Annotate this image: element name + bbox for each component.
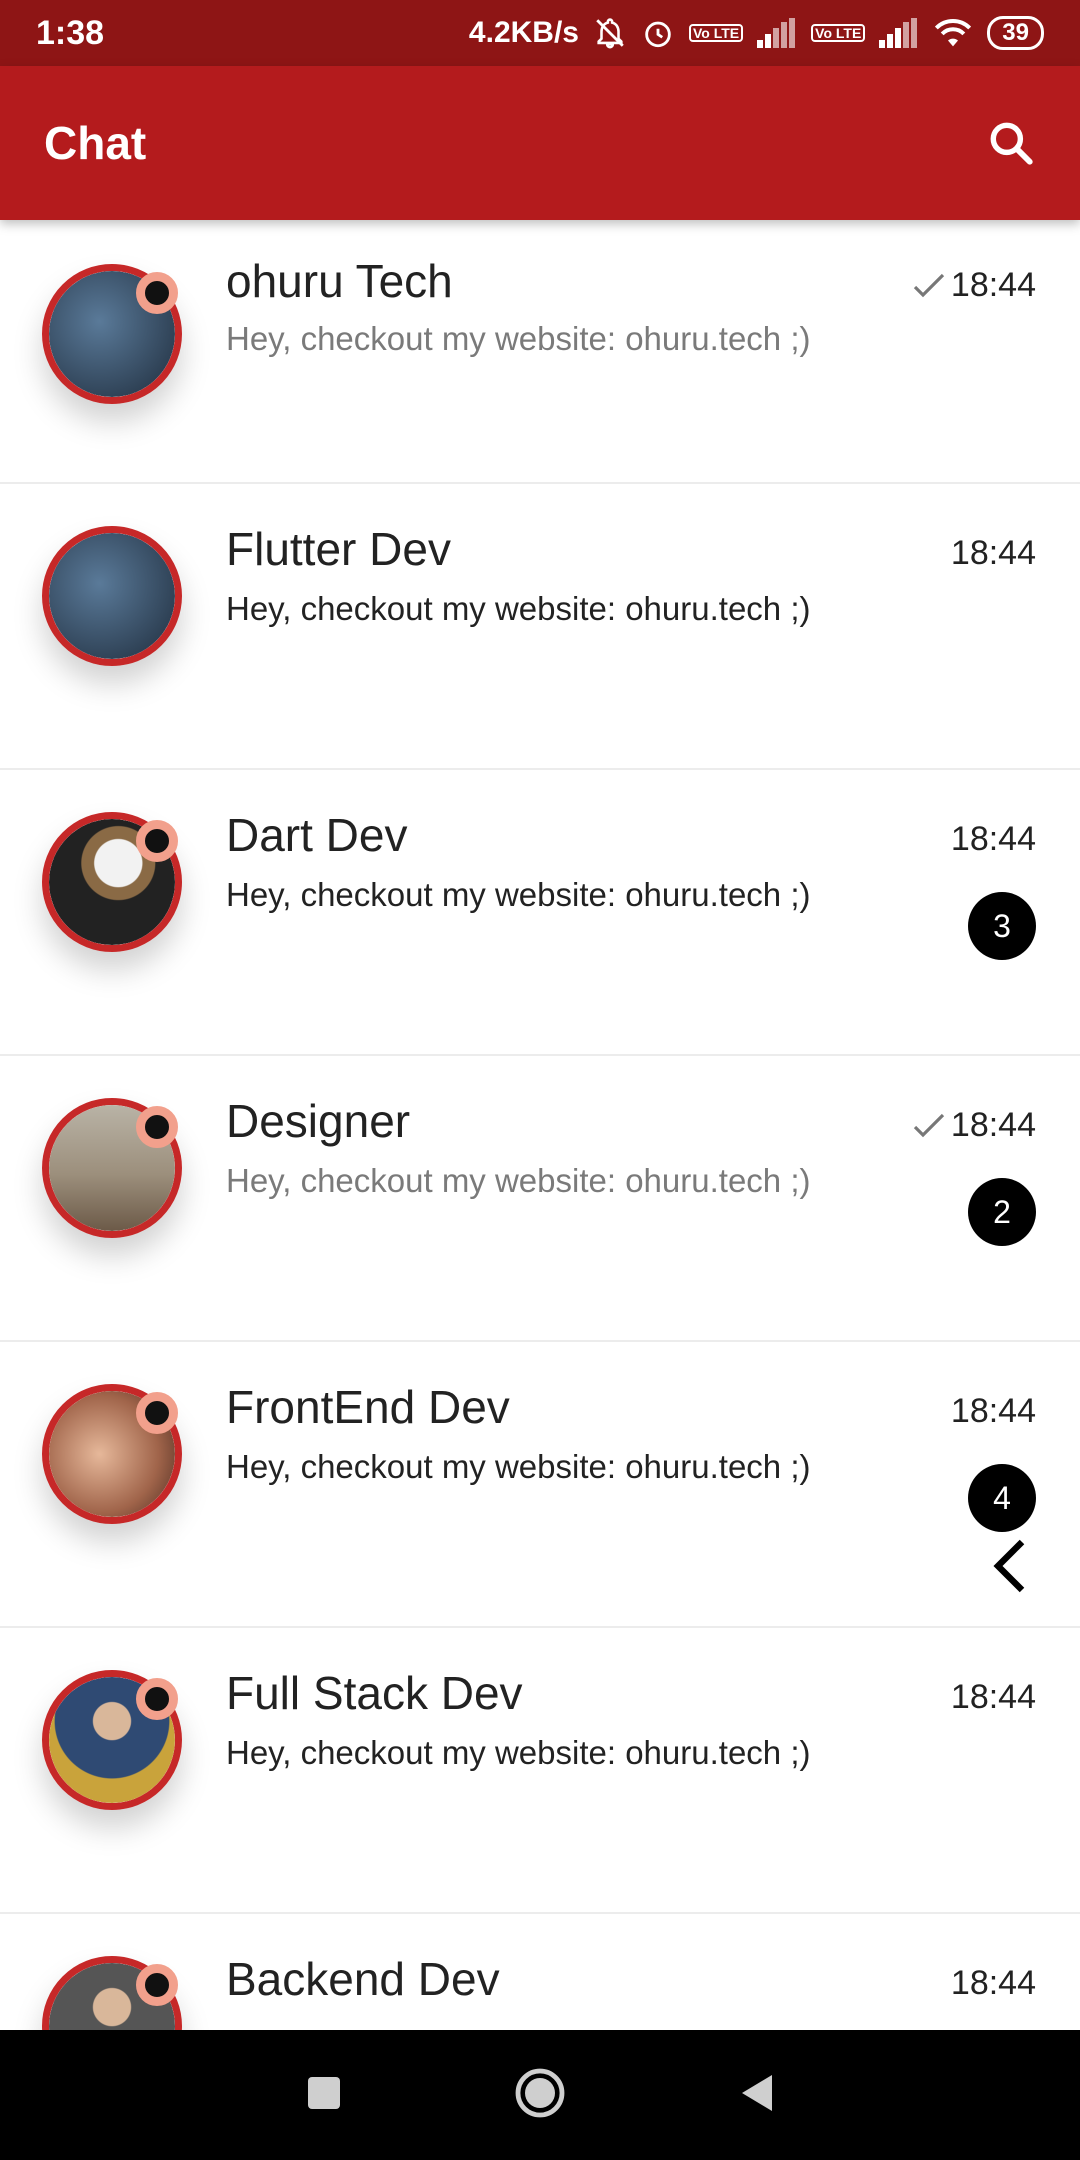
alarm-icon xyxy=(641,16,675,50)
chat-name: Designer xyxy=(226,1095,411,1147)
avatar[interactable] xyxy=(42,812,182,952)
chat-time: 18:44 xyxy=(950,820,1036,858)
chat-name: ohuru Tech xyxy=(226,255,453,307)
signal-icon-2 xyxy=(879,18,919,48)
online-indicator xyxy=(136,1678,178,1720)
volte-icon-2: Vo LTE xyxy=(811,24,866,42)
chat-item[interactable]: Flutter Dev Hey, checkout my website: oh… xyxy=(0,484,1080,770)
chat-item[interactable]: FrontEnd Dev Hey, checkout my website: o… xyxy=(0,1342,1080,1628)
chat-item[interactable]: Dart Dev Hey, checkout my website: ohuru… xyxy=(0,770,1080,1056)
avatar[interactable] xyxy=(42,526,182,666)
app-bar: Chat xyxy=(0,66,1080,220)
chat-item[interactable]: Full Stack Dev Hey, checkout my website:… xyxy=(0,1628,1080,1914)
chat-message: Hey, checkout my website: ohuru.tech ;) xyxy=(226,1734,811,1771)
avatar[interactable] xyxy=(42,1384,182,1524)
chat-time-wrap: 18:44 xyxy=(913,266,1036,305)
triangle-back-icon[interactable] xyxy=(738,2073,774,2118)
signal-icon xyxy=(757,18,797,48)
online-indicator xyxy=(136,1392,178,1434)
circle-icon[interactable] xyxy=(514,2067,566,2124)
check-icon xyxy=(913,273,945,297)
chat-name: Full Stack Dev xyxy=(226,1667,523,1719)
status-time: 1:38 xyxy=(36,13,105,52)
status-icons: 4.2KB/s Vo LTE Vo LTE 39 xyxy=(469,16,1044,50)
chat-name: Backend Dev xyxy=(226,1953,500,2005)
mute-icon xyxy=(593,16,627,50)
chat-name: Flutter Dev xyxy=(226,523,451,575)
chat-item[interactable]: ohuru Tech Hey, checkout my website: ohu… xyxy=(0,220,1080,484)
check-icon xyxy=(913,1113,945,1137)
chat-list[interactable]: ohuru Tech Hey, checkout my website: ohu… xyxy=(0,220,1080,2030)
chat-time: 18:44 xyxy=(950,266,1036,304)
avatar[interactable] xyxy=(42,1098,182,1238)
chat-item[interactable]: Backend Dev 18:44 xyxy=(0,1914,1080,2030)
chat-message: Hey, checkout my website: ohuru.tech ;) xyxy=(226,876,811,913)
chat-time: 18:44 xyxy=(950,1106,1036,1144)
avatar[interactable] xyxy=(42,264,182,404)
chevron-left-icon[interactable] xyxy=(990,1538,1030,1599)
square-icon[interactable] xyxy=(306,2075,342,2116)
chat-message: Hey, checkout my website: ohuru.tech ;) xyxy=(226,1162,811,1199)
online-indicator xyxy=(136,820,178,862)
chat-message: Hey, checkout my website: ohuru.tech ;) xyxy=(226,1448,811,1485)
unread-badge: 2 xyxy=(968,1178,1036,1246)
chat-time: 18:44 xyxy=(950,1964,1036,2002)
net-speed: 4.2KB/s xyxy=(468,16,579,49)
battery-icon: 39 xyxy=(987,16,1044,50)
avatar[interactable] xyxy=(42,1956,182,2030)
status-bar: 1:38 4.2KB/s Vo LTE Vo LTE 39 xyxy=(0,0,1080,66)
chat-message: Hey, checkout my website: ohuru.tech ;) xyxy=(226,590,811,627)
search-icon xyxy=(990,122,1033,165)
search-button[interactable] xyxy=(976,108,1046,178)
chat-name: Dart Dev xyxy=(226,809,408,861)
unread-badge: 4 xyxy=(968,1464,1036,1532)
navigation-bar xyxy=(0,2030,1080,2160)
wifi-icon xyxy=(933,16,973,50)
chat-time: 18:44 xyxy=(950,1678,1036,1716)
volte-icon: Vo LTE xyxy=(688,24,744,42)
chat-time: 18:44 xyxy=(950,1392,1036,1430)
online-indicator xyxy=(136,1106,178,1148)
unread-badge: 3 xyxy=(968,892,1036,960)
chat-message: Hey, checkout my website: ohuru.tech ;) xyxy=(226,320,811,357)
chat-time-wrap: 18:44 xyxy=(913,1106,1036,1145)
avatar[interactable] xyxy=(42,1670,182,1810)
online-indicator xyxy=(136,272,178,314)
online-indicator xyxy=(136,1964,178,2006)
page-title: Chat xyxy=(44,117,147,169)
chat-time: 18:44 xyxy=(950,534,1036,572)
chat-item[interactable]: Designer Hey, checkout my website: ohuru… xyxy=(0,1056,1080,1342)
chat-name: FrontEnd Dev xyxy=(226,1381,510,1433)
